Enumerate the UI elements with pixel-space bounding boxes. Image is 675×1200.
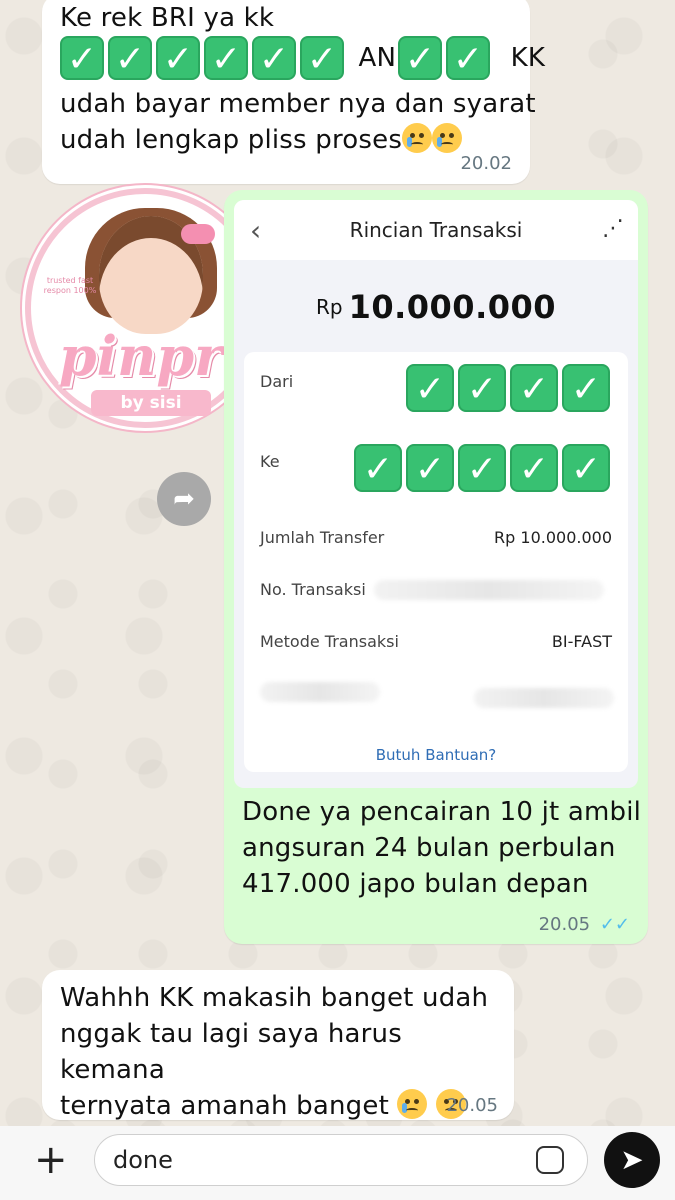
blurred-transaction-no [374,580,604,600]
sticker-icon[interactable] [536,1146,564,1174]
check-emoji-icon: ✓ [406,364,454,412]
message-text-segment: ternyata amanah banget [60,1091,389,1121]
check-emoji-icon: ✓ [458,444,506,492]
check-emoji-icon: ✓ [446,36,491,80]
message-text-segment: udah lengkap pliss proses [60,125,403,155]
message-time: 20.02 [460,153,512,174]
message-text: 417.000 japo bulan depan [242,869,589,899]
check-emoji-icon: ✓ [398,36,443,80]
receipt-title: Rincian Transaksi [349,218,523,242]
censored-account-line: ✓ ✓ ✓ ✓ ✓ ✓ AN ✓ ✓ KK [60,36,545,82]
check-emoji-icon: ✓ [510,364,558,412]
transaction-receipt-image[interactable]: ‹ Rincian Transaksi ⋰ Rp 10.000.000 Dari … [234,200,638,788]
check-emoji-icon: ✓ [354,444,402,492]
transfer-amount-value: Rp 10.000.000 [494,528,612,547]
check-emoji-icon: ✓ [406,444,454,492]
blurred-field [260,682,380,702]
to-label: Ke [260,452,280,471]
crying-face-icon [402,123,433,153]
read-receipt-icon: ✓✓ [599,914,630,935]
message-time: 20.05 [538,914,591,935]
check-emoji-icon: ✓ [156,36,200,80]
outgoing-caption: Done ya pencairan 10 jt ambil angsuran 2… [242,794,642,902]
message-meta: 20.05 ✓✓ [539,914,630,935]
share-icon: ⋰ [602,216,624,241]
amount-currency: Rp [315,295,343,319]
incoming-message-1[interactable]: Ke rek BRI ya kk ✓ ✓ ✓ ✓ ✓ ✓ AN ✓ ✓ KK udah bay… [42,0,545,184]
check-emoji-icon: ✓ [300,36,344,80]
sticker-title: pinpri [58,324,244,388]
send-button[interactable]: ➤ [604,1132,660,1188]
incoming-message-3[interactable]: Wahhh KK makasih banget udah nggak tau l… [42,970,514,1121]
forward-button[interactable]: ➦ [157,472,211,526]
blurred-field [474,688,614,708]
from-label: Dari [260,372,294,391]
message-input[interactable] [94,1134,588,1186]
bow-icon [181,224,215,244]
transaction-no-label: No. Transaksi [260,580,366,599]
crying-face-icon [397,1089,428,1119]
sticker-subtitle: by sisi [91,390,211,416]
check-emoji-icon: ✓ [60,36,104,80]
amount-value: 10.000.000 [348,288,557,326]
crying-face-icon [432,123,463,153]
message-composer: + ➤ [0,1126,675,1200]
receipt-header: ‹ Rincian Transaksi ⋰ [234,200,638,260]
message-text: udah bayar member nya dan syarat [60,89,536,119]
transfer-amount-label: Jumlah Transfer [260,528,385,547]
plus-attach-icon[interactable]: + [34,1138,68,1182]
message-text: Wahhh KK makasih banget udah [60,983,489,1013]
help-link[interactable]: Butuh Bantuan? [244,746,628,764]
from-censored: ✓ ✓ ✓ ✓ [406,364,614,412]
method-value: BI-FAST [551,632,612,651]
check-emoji-icon: ✓ [108,36,152,80]
check-emoji-icon: ✓ [562,364,610,412]
check-emoji-icon: ✓ [562,444,610,492]
message-time: 20.05 [446,1095,498,1116]
send-icon: ➤ [620,1143,644,1176]
message-text: Ke rek BRI ya kk [60,3,275,33]
check-emoji-icon: ✓ [204,36,248,80]
forward-arrow-icon: ➦ [173,484,195,514]
sticker-tagline: trusted fast respon 100% [43,276,97,295]
an-label: AN [358,43,397,73]
message-text: Done ya pencairan 10 jt ambil [242,797,642,827]
check-emoji-icon: ✓ [458,364,506,412]
to-censored: ✓ ✓ ✓ ✓ ✓ [354,444,614,492]
method-label: Metode Transaksi [260,632,399,651]
receipt-amount: Rp 10.000.000 [234,288,638,326]
check-emoji-icon: ✓ [252,36,296,80]
message-text: angsuran 24 bulan perbulan [242,833,616,863]
message-text: nggak tau lagi saya harus kemana [60,1019,402,1085]
check-emoji-icon: ✓ [510,444,558,492]
kk-label: KK [510,43,546,73]
receipt-details-panel: Dari ✓ ✓ ✓ ✓ Ke ✓ ✓ ✓ ✓ ✓ Jumlah Transfer Rp 10… [244,352,628,772]
